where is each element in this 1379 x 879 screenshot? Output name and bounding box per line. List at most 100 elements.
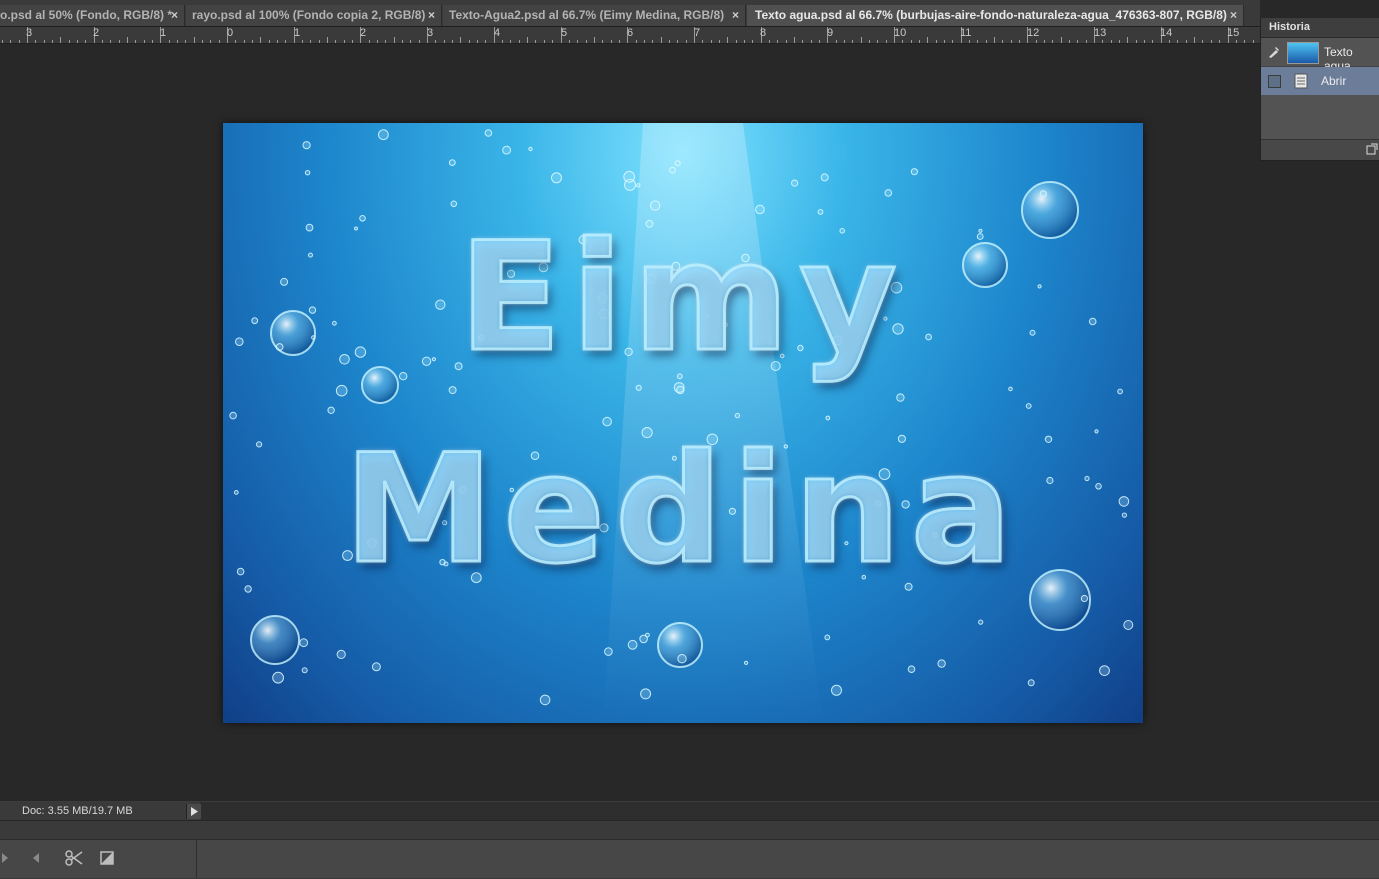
tab-label: o.psd al 50% (Fondo, RGB/8) *: [0, 8, 173, 22]
small-bubble: [896, 393, 905, 402]
small-bubble: [301, 667, 308, 674]
snapshot-thumbnail: [1287, 42, 1319, 64]
small-bubble: [302, 141, 311, 150]
ruler-label: 1: [160, 27, 167, 39]
small-bubble: [734, 412, 741, 419]
small-bubble: [272, 671, 284, 684]
small-bubble: [669, 166, 676, 174]
tab-document-2[interactable]: rayo.psd al 100% (Fondo copia 2, RGB/8) …: [186, 5, 442, 26]
document-canvas[interactable]: Eimy Medina: [223, 123, 1143, 723]
small-bubble: [539, 694, 551, 706]
small-bubble: [907, 665, 916, 674]
small-bubble: [676, 385, 685, 395]
tab-close-icon[interactable]: ×: [1230, 5, 1237, 26]
history-panel-title: Historia: [1269, 21, 1310, 33]
bubble: [250, 615, 300, 665]
small-bubble: [604, 647, 613, 656]
tab-close-icon[interactable]: ×: [171, 5, 178, 26]
new-snapshot-icon[interactable]: [1366, 143, 1378, 155]
small-bubble: [635, 384, 642, 391]
tab-close-icon[interactable]: ×: [428, 5, 435, 26]
ruler-label: 2: [93, 27, 100, 39]
small-bubble: [645, 632, 650, 638]
history-panel-footer: [1261, 139, 1379, 160]
history-state-label: Abrir: [1321, 74, 1347, 88]
history-panel-header[interactable]: Historia: [1261, 18, 1379, 38]
tab-close-icon[interactable]: ×: [732, 5, 739, 26]
history-panel: Historia Texto agua Abrir: [1260, 18, 1379, 161]
ruler-label: 3: [26, 27, 33, 39]
history-source-checkbox[interactable]: [1268, 75, 1281, 88]
small-bubble: [636, 183, 641, 188]
ruler-label: 8: [760, 27, 767, 39]
small-bubble: [627, 639, 638, 650]
small-bubble: [327, 406, 335, 414]
tab-document-3[interactable]: Texto-Agua2.psd al 66.7% (Eimy Medina, R…: [443, 5, 746, 26]
small-bubble: [229, 411, 237, 420]
small-bubble: [299, 638, 309, 648]
document-size-readout[interactable]: Doc: 3.55 MB/19.7 MB: [0, 802, 200, 821]
small-bubble: [623, 170, 636, 183]
previous-frame-icon[interactable]: [0, 848, 20, 868]
tab-document-1[interactable]: o.psd al 50% (Fondo, RGB/8) * ×: [0, 5, 185, 26]
tab-label: Texto-Agua2.psd al 66.7% (Eimy Medina, R…: [449, 8, 725, 22]
small-bubble: [831, 684, 842, 696]
transition-icon[interactable]: [98, 848, 118, 868]
small-bubble: [528, 146, 533, 152]
small-bubble: [910, 168, 919, 176]
small-bubble: [336, 649, 346, 660]
ruler-label: 9: [827, 27, 834, 39]
timeline-controls: [0, 839, 1379, 878]
water-text-line-1: Eimy: [458, 210, 907, 387]
go-back-icon[interactable]: [26, 848, 46, 868]
small-bubble: [650, 200, 661, 211]
timeline-divider: [196, 840, 197, 878]
small-bubble: [1117, 388, 1123, 395]
history-snapshot-row[interactable]: Texto agua: [1261, 38, 1379, 73]
timeline-panel: [0, 820, 1379, 879]
small-bubble: [1099, 665, 1110, 676]
small-bubble: [791, 179, 799, 187]
small-bubble: [677, 654, 687, 664]
small-bubble: [640, 688, 652, 700]
status-menu-button[interactable]: [186, 804, 201, 819]
ruler-label: 4: [494, 27, 501, 39]
water-text-line-2: Medina: [343, 422, 1022, 599]
small-bubble: [450, 200, 458, 208]
ruler-label: 1: [294, 27, 301, 39]
ruler-label: 13: [1094, 27, 1107, 39]
history-state-row[interactable]: Abrir: [1261, 67, 1379, 95]
small-bubble: [1008, 386, 1013, 392]
small-bubble: [884, 189, 893, 197]
small-bubble: [824, 634, 831, 641]
small-bubble: [1027, 679, 1035, 687]
ruler-label: 6: [627, 27, 634, 39]
history-brush-icon[interactable]: [1267, 45, 1281, 59]
ruler-label: 10: [894, 27, 907, 39]
document-icon: [1294, 73, 1308, 89]
scissors-icon[interactable]: [64, 848, 84, 868]
small-bubble: [378, 129, 389, 141]
horizontal-ruler[interactable]: 3 2 1 0 1 2 3 4 5 6 7 8 9 10 11 12 13 14…: [0, 27, 1260, 44]
ruler-label: 5: [561, 27, 568, 39]
tab-document-active[interactable]: Texto agua.psd al 66.7% (burbujas-aire-f…: [747, 5, 1244, 26]
small-bubble: [335, 384, 348, 397]
small-bubble: [448, 159, 456, 166]
small-bubble: [371, 662, 381, 672]
small-bubble: [1039, 190, 1047, 198]
small-bubble: [825, 415, 831, 421]
small-bubble: [448, 386, 457, 395]
small-bubble: [978, 619, 984, 625]
tab-label: Texto agua.psd al 66.7% (burbujas-aire-f…: [755, 8, 1227, 22]
small-bubble: [484, 129, 493, 137]
small-bubble: [304, 170, 311, 176]
small-bubble: [674, 160, 681, 167]
small-bubble: [744, 660, 749, 666]
play-arrow-icon: [191, 807, 198, 816]
ruler-label: 2: [360, 27, 367, 39]
ruler-label: 3: [427, 27, 434, 39]
small-bubble: [937, 659, 946, 668]
small-bubble: [502, 145, 512, 155]
ruler-label: 12: [1027, 27, 1040, 39]
ruler-label: 14: [1160, 27, 1173, 39]
